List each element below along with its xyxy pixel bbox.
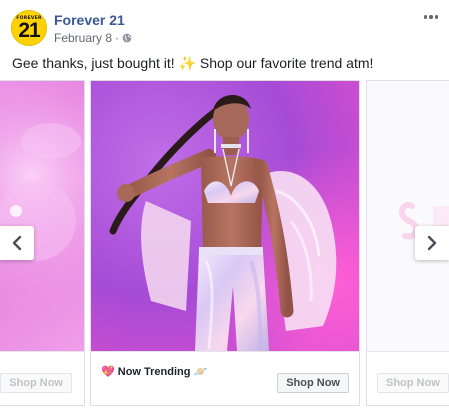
next-card-image [367, 81, 449, 351]
post-meta: February 8 · [54, 31, 132, 45]
carousel-prev-button[interactable] [0, 226, 34, 260]
more-options-icon[interactable] [421, 9, 441, 25]
chevron-right-icon [427, 235, 437, 251]
logo-number: 21 [18, 19, 40, 42]
shop-now-button[interactable]: Shop Now [277, 373, 349, 393]
chevron-left-icon [12, 235, 22, 251]
main-card-footer: 💖 Now Trending 🪐 Shop Now [91, 351, 359, 405]
card-headline[interactable]: 💖 Now Trending 🪐 [101, 365, 207, 378]
next-card-footer: Shop Now [367, 351, 449, 405]
meta-separator: · [115, 31, 120, 45]
carousel-next-button[interactable] [415, 226, 449, 260]
next-shop-now-button[interactable]: Shop Now [377, 373, 449, 393]
previous-card-footer: Shop Now [0, 351, 84, 405]
post-message: Gee thanks, just bought it! ✨ Shop our f… [12, 55, 374, 71]
facebook-post: FOREVER 21 Forever 21 February 8 · Gee t… [0, 0, 449, 412]
previous-card-image [0, 81, 84, 351]
page-avatar[interactable]: FOREVER 21 [11, 10, 47, 46]
carousel: Shop Now 💖 Now Trending 🪐 Shop Now Shop … [0, 80, 449, 412]
main-card-image[interactable] [91, 81, 359, 351]
previous-shop-now-button[interactable]: Shop Now [0, 373, 72, 393]
page-name-link[interactable]: Forever 21 [54, 12, 125, 28]
next-card-overlay [367, 81, 449, 351]
post-date[interactable]: February 8 [54, 31, 112, 45]
globe-icon [122, 33, 132, 43]
carousel-card-main[interactable]: 💖 Now Trending 🪐 Shop Now [90, 80, 360, 406]
